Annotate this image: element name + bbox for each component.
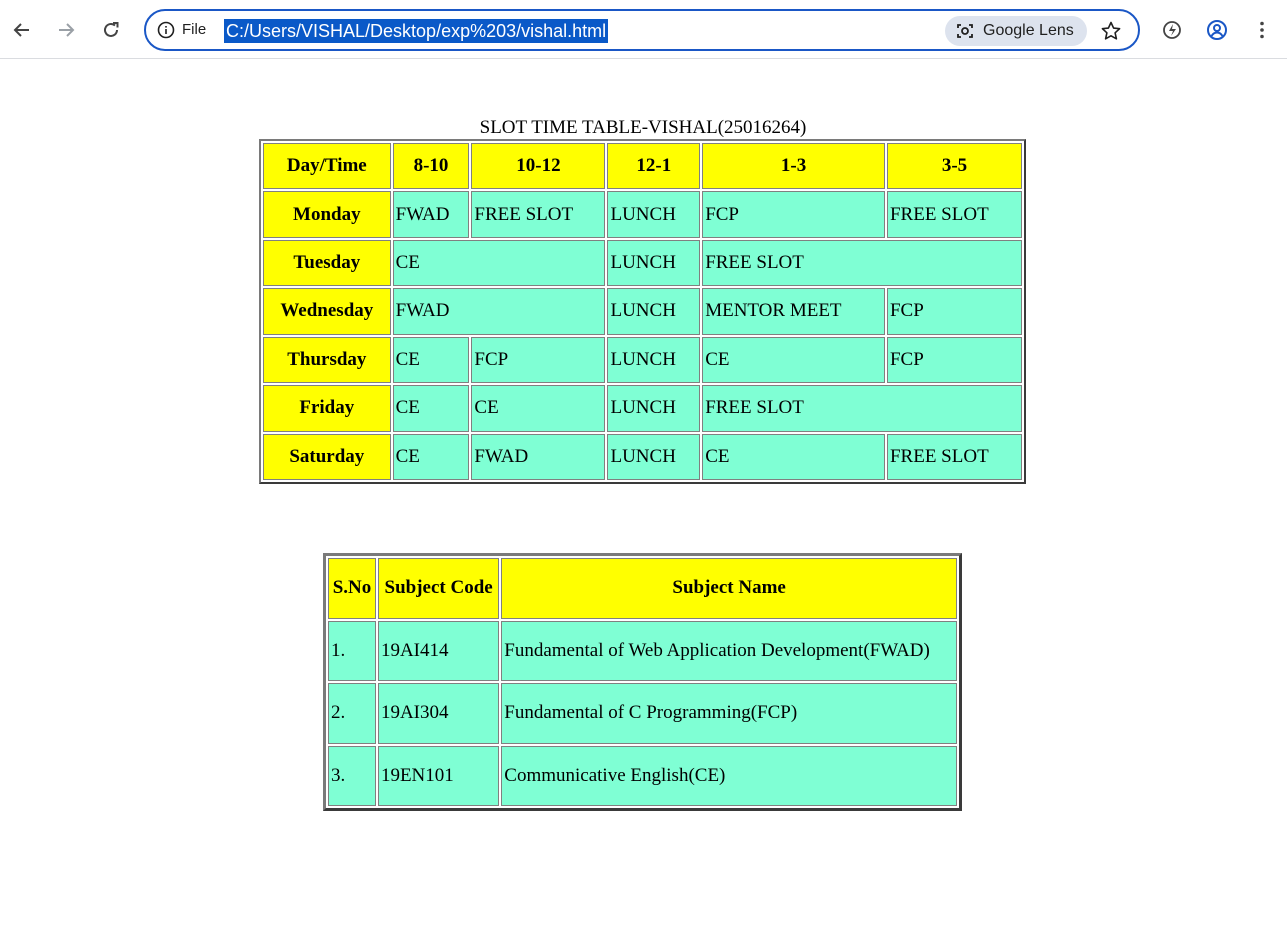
slot-cell: FCP: [886, 336, 1022, 384]
back-button[interactable]: [6, 14, 38, 46]
slot-cell: LUNCH: [607, 191, 701, 238]
performance-icon: [1163, 21, 1181, 39]
browser-toolbar: File C:/Users/VISHAL/Desktop/exp%203/vis…: [0, 0, 1287, 59]
timetable: Day/Time 8-10 10-12 12-1 1-3 3-5 Monday …: [259, 139, 1026, 484]
slot-cell: FREE SLOT: [702, 385, 1022, 432]
table-row-wednesday: Wednesday FWAD LUNCH MENTOR MEET FCP: [263, 288, 1022, 335]
slot-cell: CE: [392, 239, 606, 287]
camera-lens-icon: [957, 24, 973, 38]
slot-cell: FREE SLOT: [471, 191, 606, 238]
header-subject-code: Subject Code: [377, 558, 500, 619]
subjects-table: S.No Subject Code Subject Name 1. 19AI41…: [323, 553, 962, 811]
table-row-monday: Monday FWAD FREE SLOT LUNCH FCP FREE SLO…: [263, 191, 1022, 238]
table-row: 3. 19EN101 Communicative English(CE): [328, 745, 957, 806]
slot-cell: LUNCH: [607, 239, 701, 287]
header-slot-12-1: 12-1: [607, 143, 701, 190]
subject-code-cell: 19EN101: [377, 745, 500, 806]
day-cell: Thursday: [263, 336, 391, 384]
subject-name-cell: Communicative English(CE): [501, 745, 957, 806]
header-slot-8-10: 8-10: [392, 143, 470, 190]
day-cell: Friday: [263, 385, 391, 432]
slot-cell: LUNCH: [607, 336, 701, 384]
header-slot-1-3: 1-3: [702, 143, 885, 190]
slot-cell: CE: [702, 336, 885, 384]
timetable-caption: SLOT TIME TABLE-VISHAL(25016264): [479, 117, 807, 138]
slot-cell: FWAD: [392, 288, 606, 335]
profile-icon: [1207, 20, 1227, 40]
reload-button[interactable]: [95, 14, 127, 46]
subject-code-cell: 19AI414: [377, 620, 500, 681]
sno-cell: 2.: [328, 683, 376, 744]
url-text[interactable]: C:/Users/VISHAL/Desktop/exp%203/vishal.h…: [224, 19, 609, 43]
sno-cell: 3.: [328, 745, 376, 806]
google-lens-button[interactable]: Google Lens: [945, 16, 1087, 46]
day-cell: Tuesday: [263, 239, 391, 287]
table-row-tuesday: Tuesday CE LUNCH FREE SLOT: [263, 239, 1022, 287]
performance-button[interactable]: [1156, 14, 1188, 46]
slot-cell: FWAD: [471, 433, 606, 480]
subjects-header-row: S.No Subject Code Subject Name: [328, 558, 957, 619]
slot-cell: MENTOR MEET: [702, 288, 885, 335]
slot-cell: FCP: [886, 288, 1022, 335]
sno-cell: 1.: [328, 620, 376, 681]
file-scheme-label: File: [182, 21, 207, 38]
kebab-menu-icon: [1260, 21, 1264, 39]
day-cell: Wednesday: [263, 288, 391, 335]
timetable-header-row: Day/Time 8-10 10-12 12-1 1-3 3-5: [263, 143, 1022, 190]
slot-cell: CE: [702, 433, 885, 480]
slot-cell: CE: [392, 385, 470, 432]
bookmark-star-icon[interactable]: [1100, 20, 1122, 42]
table-row: 2. 19AI304 Fundamental of C Programming(…: [328, 683, 957, 744]
google-lens-label: Google Lens: [983, 22, 1074, 39]
header-slot-3-5: 3-5: [886, 143, 1022, 190]
slot-cell: LUNCH: [607, 288, 701, 335]
back-arrow-icon: [13, 23, 29, 37]
header-day-time: Day/Time: [263, 143, 391, 190]
slot-cell: LUNCH: [607, 385, 701, 432]
slot-cell: LUNCH: [607, 433, 701, 480]
subject-name-cell: Fundamental of C Programming(FCP): [501, 683, 957, 744]
reload-icon: [104, 22, 119, 37]
slot-cell: CE: [392, 433, 470, 480]
slot-cell: FWAD: [392, 191, 470, 238]
day-cell: Saturday: [263, 433, 391, 480]
day-cell: Monday: [263, 191, 391, 238]
slot-cell: FCP: [702, 191, 885, 238]
address-bar[interactable]: File C:/Users/VISHAL/Desktop/exp%203/vis…: [144, 9, 1140, 51]
slot-cell: FREE SLOT: [702, 239, 1022, 287]
slot-cell: FREE SLOT: [886, 191, 1022, 238]
forward-arrow-icon: [59, 23, 75, 37]
subject-name-cell: Fundamental of Web Application Developme…: [501, 620, 957, 681]
header-slot-10-12: 10-12: [471, 143, 606, 190]
menu-button[interactable]: [1246, 14, 1278, 46]
slot-cell: CE: [471, 385, 606, 432]
forward-button[interactable]: [50, 14, 82, 46]
header-sno: S.No: [328, 558, 376, 619]
slot-cell: FREE SLOT: [886, 433, 1022, 480]
info-icon[interactable]: [157, 21, 175, 39]
slot-cell: FCP: [471, 336, 606, 384]
profile-button[interactable]: [1201, 14, 1233, 46]
header-subject-name: Subject Name: [501, 558, 957, 619]
table-row-saturday: Saturday CE FWAD LUNCH CE FREE SLOT: [263, 433, 1022, 480]
table-row-thursday: Thursday CE FCP LUNCH CE FCP: [263, 336, 1022, 384]
table-row: 1. 19AI414 Fundamental of Web Applicatio…: [328, 620, 957, 681]
subject-code-cell: 19AI304: [377, 683, 500, 744]
slot-cell: CE: [392, 336, 470, 384]
table-row-friday: Friday CE CE LUNCH FREE SLOT: [263, 385, 1022, 432]
